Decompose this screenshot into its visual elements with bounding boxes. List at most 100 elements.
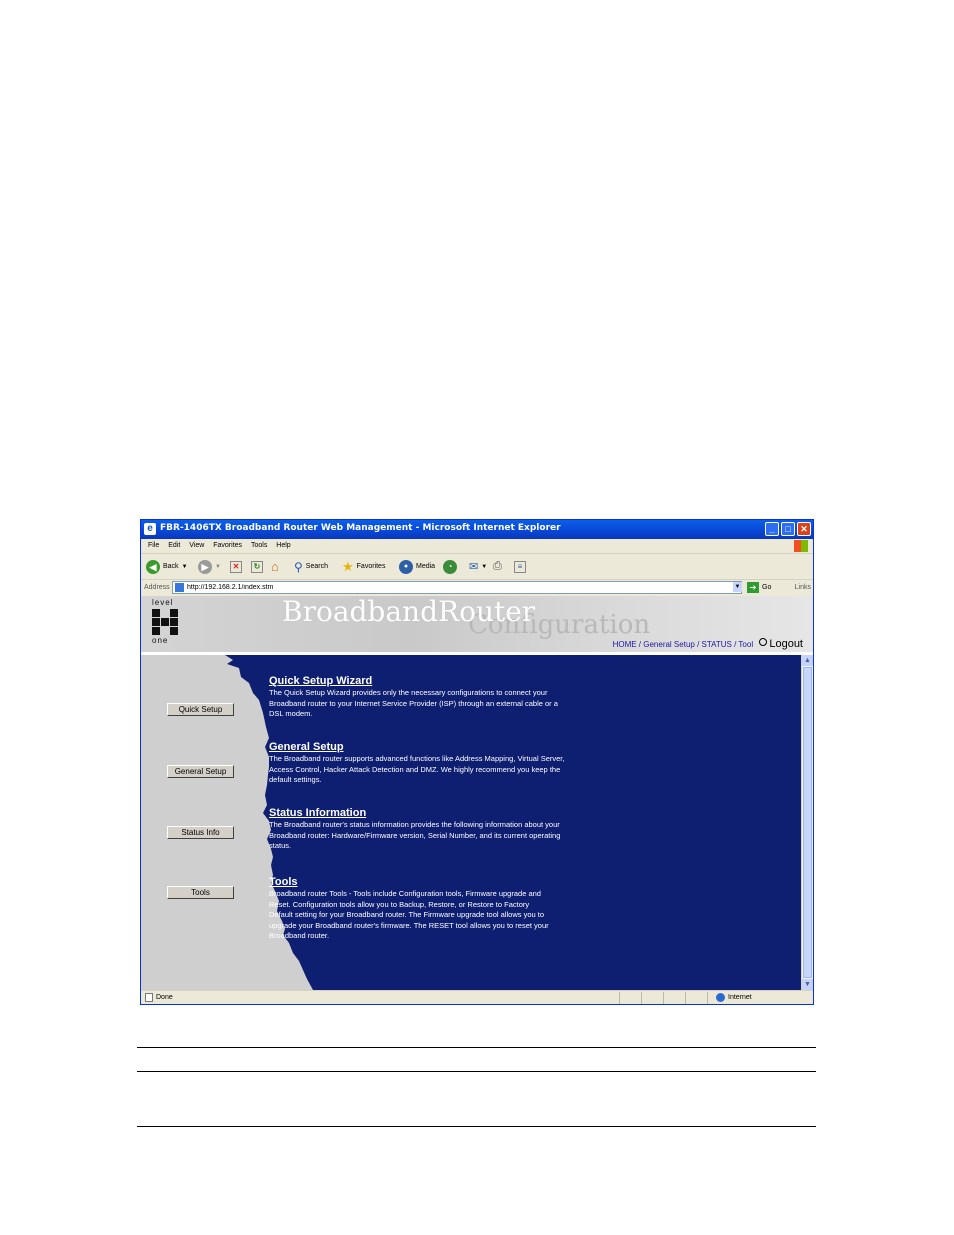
window-title: FBR-1406TX Broadband Router Web Manageme… xyxy=(160,523,561,533)
menu-help[interactable]: Help xyxy=(276,539,290,553)
tools-button[interactable]: Tools xyxy=(167,886,234,899)
history-icon: ◔ xyxy=(443,559,457,574)
refresh-button[interactable]: ↻ xyxy=(251,558,263,575)
general-setup-button[interactable]: General Setup xyxy=(167,765,234,778)
levelone-logo: level one xyxy=(152,599,182,645)
tools-text: Broadband router Tools - Tools include C… xyxy=(269,889,549,940)
logo-level-text: level xyxy=(152,598,174,607)
search-label: Search xyxy=(305,563,328,570)
stop-button[interactable]: ✕ xyxy=(230,558,242,575)
page-done-icon xyxy=(145,993,153,1002)
search-icon: ⚲ xyxy=(294,559,303,574)
quick-setup-text: The Quick Setup Wizard provides only the… xyxy=(269,688,558,718)
back-arrow-icon: ◀ xyxy=(146,559,160,574)
close-button[interactable]: ✕ xyxy=(797,522,811,536)
main-panel: Quick Setup General Setup Status Info To… xyxy=(141,655,802,990)
nav-tool[interactable]: Tool xyxy=(738,640,753,649)
title-bar[interactable]: e FBR-1406TX Broadband Router Web Manage… xyxy=(141,520,813,539)
star-icon: ★ xyxy=(342,558,354,574)
logout-label: Logout xyxy=(769,638,803,650)
stop-icon: ✕ xyxy=(230,560,242,573)
mail-button[interactable]: ✉ ▼ xyxy=(469,558,487,575)
nav-general-setup[interactable]: General Setup xyxy=(643,640,695,649)
vertical-scrollbar[interactable]: ▲ ▼ xyxy=(801,655,813,990)
status-divider xyxy=(685,992,686,1004)
go-arrow-icon: ➔ xyxy=(747,582,759,593)
forward-arrow-icon: ▶ xyxy=(198,559,212,574)
status-info-text: The Broadband router's status informatio… xyxy=(269,820,561,850)
nav-status[interactable]: STATUS xyxy=(702,640,732,649)
zone-text: Internet xyxy=(728,994,752,1001)
forward-dropdown-icon[interactable]: ▼ xyxy=(215,564,221,570)
edit-button[interactable]: ≡ xyxy=(514,558,526,575)
media-icon: ● xyxy=(399,559,413,574)
top-nav: HOME / General Setup / STATUS / Tool Log… xyxy=(612,638,803,650)
table-rule-top xyxy=(137,1047,816,1048)
address-dropdown-icon[interactable]: ▼ xyxy=(733,582,742,592)
forward-button[interactable]: ▶ ▼ xyxy=(198,558,221,575)
back-label: Back xyxy=(163,563,179,570)
mail-dropdown-icon[interactable]: ▼ xyxy=(481,564,487,570)
print-icon: ⎙ xyxy=(493,560,502,572)
home-button[interactable]: ⌂ xyxy=(271,558,279,575)
status-divider xyxy=(707,992,708,1004)
status-info-title-link[interactable]: Status Information xyxy=(269,807,569,820)
status-done: Done xyxy=(145,993,173,1002)
maximize-button[interactable]: □ xyxy=(781,522,795,536)
menu-file[interactable]: File xyxy=(148,539,159,553)
address-input[interactable] xyxy=(187,582,727,593)
section-tools: Tools Broadband router Tools - Tools inc… xyxy=(269,876,554,942)
scroll-thumb[interactable] xyxy=(803,667,812,978)
section-general-setup: General Setup The Broadband router suppo… xyxy=(269,741,569,786)
logout-link[interactable]: Logout xyxy=(759,638,803,650)
edit-page-icon: ≡ xyxy=(514,560,526,573)
menu-favorites[interactable]: Favorites xyxy=(213,539,242,553)
go-label: Go xyxy=(762,584,772,591)
browser-window: e FBR-1406TX Broadband Router Web Manage… xyxy=(140,519,814,1005)
status-bar: Done Internet xyxy=(141,990,813,1004)
status-divider xyxy=(641,992,642,1004)
status-text: Done xyxy=(156,994,173,1001)
address-label: Address xyxy=(144,584,170,591)
section-status-info: Status Information The Broadband router'… xyxy=(269,807,569,852)
quick-setup-button[interactable]: Quick Setup xyxy=(167,703,234,716)
page-icon xyxy=(175,583,184,592)
toolbar: ◀ Back ▼ ▶ ▼ ✕ ↻ ⌂ ⚲ Search ★ Favorites … xyxy=(141,554,813,580)
media-button[interactable]: ● Media xyxy=(399,558,435,575)
minimize-button[interactable]: _ xyxy=(765,522,779,536)
address-bar: Address ▼ ➔ Go Links xyxy=(141,580,813,597)
tools-title-link[interactable]: Tools xyxy=(269,876,554,889)
print-button[interactable]: ⎙ xyxy=(493,558,502,575)
scroll-down-icon[interactable]: ▼ xyxy=(802,979,813,990)
home-icon: ⌂ xyxy=(271,559,279,574)
logo-one-text: one xyxy=(152,636,169,645)
menu-tools[interactable]: Tools xyxy=(251,539,267,553)
scroll-up-icon[interactable]: ▲ xyxy=(802,655,813,666)
general-setup-title-link[interactable]: General Setup xyxy=(269,741,569,754)
quick-setup-title-link[interactable]: Quick Setup Wizard xyxy=(269,675,569,688)
nav-home[interactable]: HOME xyxy=(613,640,637,649)
section-quick-setup: Quick Setup Wizard The Quick Setup Wizar… xyxy=(269,675,569,720)
links-button[interactable]: Links xyxy=(795,584,811,591)
back-button[interactable]: ◀ Back ▼ xyxy=(146,558,188,575)
status-divider xyxy=(619,992,620,1004)
menu-edit[interactable]: Edit xyxy=(168,539,180,553)
general-setup-text: The Broadband router supports advanced f… xyxy=(269,754,565,784)
table-rule-bottom xyxy=(137,1126,816,1127)
logo-blocks-icon xyxy=(152,609,182,635)
ie-icon: e xyxy=(144,523,156,535)
refresh-icon: ↻ xyxy=(251,560,263,573)
search-button[interactable]: ⚲ Search xyxy=(294,558,328,575)
table-rule-middle xyxy=(137,1071,816,1072)
status-info-button[interactable]: Status Info xyxy=(167,826,234,839)
logout-radio-icon xyxy=(759,638,768,646)
router-header: level one Configuration BroadbandRouter … xyxy=(141,596,813,652)
back-dropdown-icon[interactable]: ▼ xyxy=(182,564,188,570)
menu-view[interactable]: View xyxy=(189,539,204,553)
media-label: Media xyxy=(416,563,436,570)
go-button[interactable]: ➔ Go xyxy=(747,582,771,593)
history-button[interactable]: ◔ xyxy=(443,558,457,575)
favorites-button[interactable]: ★ Favorites xyxy=(342,558,385,575)
menu-bar: File Edit View Favorites Tools Help xyxy=(141,539,813,554)
address-box xyxy=(172,581,742,594)
